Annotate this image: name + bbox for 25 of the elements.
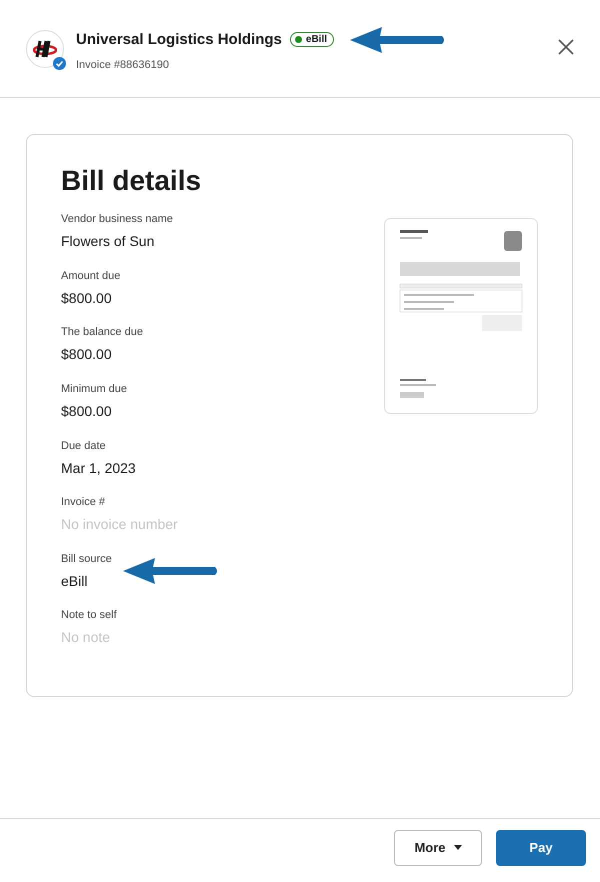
field-value: No invoice number [61, 516, 179, 532]
caret-icon [454, 845, 462, 850]
field-label: Note to self [61, 609, 118, 622]
field-value: Flowers of Sun [61, 233, 156, 249]
more-button[interactable]: More [394, 830, 482, 866]
field-value: Mar 1, 2023 [61, 460, 137, 476]
field-value: $800.00 [61, 346, 113, 362]
field-value: $800.00 [61, 402, 113, 419]
field-value: No note [61, 629, 112, 646]
ebill-badge: eBill [290, 32, 334, 47]
field-label: Bill source [61, 552, 113, 565]
field-label: Minimum due [61, 382, 128, 395]
field-value: $800.00 [61, 290, 113, 306]
field-label: Amount due [61, 270, 122, 282]
field-label: Vendor business name [61, 213, 174, 225]
field-label: The balance due [61, 326, 144, 338]
field-value: eBill [61, 572, 88, 589]
close-icon [558, 39, 574, 55]
card-title: Bill details [61, 165, 202, 197]
vendor-name: Universal Logistics Holdings [76, 31, 282, 48]
invoice-number: Invoice #88636190 [76, 58, 170, 70]
pay-button[interactable]: Pay [496, 830, 586, 866]
field-label: Due date [61, 440, 107, 452]
field-label: Invoice # [61, 496, 106, 508]
logo [33, 38, 57, 58]
